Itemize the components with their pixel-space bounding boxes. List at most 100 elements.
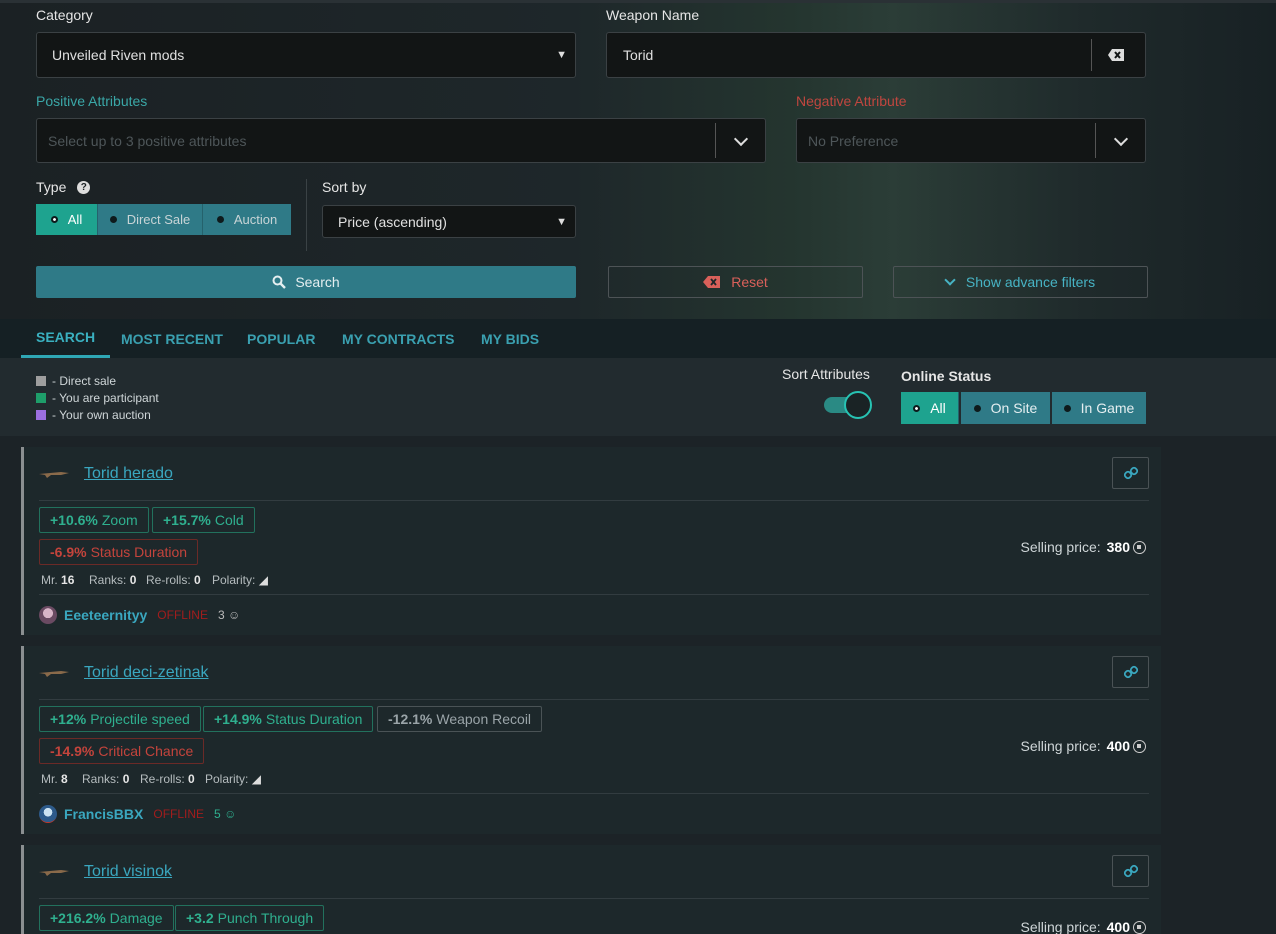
chevron-down-icon: ▼ (556, 215, 567, 228)
type-label-group: Type ? (36, 179, 91, 195)
ranks: Ranks: 0 (89, 573, 137, 587)
legend-own-auction: - Your own auction (36, 408, 151, 422)
search-icon (272, 275, 287, 289)
online-option-all[interactable]: All (901, 392, 959, 424)
listing-title[interactable]: Torid herado (84, 465, 173, 483)
listing-title[interactable]: Torid visinok (84, 863, 172, 881)
selling-price: Selling price: 400 (1020, 738, 1146, 754)
search-button[interactable]: Search (36, 266, 576, 298)
copy-link-button[interactable] (1112, 855, 1149, 887)
radio-dot-icon (216, 216, 224, 223)
reputation: 5 ☺ (214, 806, 237, 821)
mastery-rank: Mr. 16 (41, 573, 75, 587)
link-icon (1123, 466, 1138, 480)
legend-participant: - You are participant (36, 391, 159, 405)
type-segmented-control: All Direct Sale Auction (36, 204, 291, 235)
link-icon (1123, 864, 1138, 878)
weapon-name-value: Torid (623, 47, 654, 63)
avatar (39, 605, 57, 624)
sort-by-value: Price (ascending) (338, 213, 447, 230)
show-advance-filters-button[interactable]: Show advance filters (893, 266, 1148, 298)
tab-my-contracts[interactable]: MY CONTRACTS (342, 319, 455, 358)
tab-popular[interactable]: POPULAR (247, 319, 315, 358)
attribute-chip: +3.2 Punch Through (175, 905, 325, 931)
input-divider (1091, 39, 1092, 71)
chevron-down-icon[interactable] (1113, 131, 1129, 146)
listing-card: Torid herado +10.6% Zoom +15.7% Cold -6.9%… (21, 447, 1161, 635)
category-value: Unveiled Riven mods (52, 47, 185, 63)
online-status-label: Online Status (901, 368, 992, 384)
positive-attributes-label: Positive Attributes (36, 93, 148, 109)
chevron-down-icon (944, 273, 956, 286)
attribute-chip: +14.9% Status Duration (203, 706, 374, 732)
link-icon (1123, 665, 1138, 679)
online-status-badge: OFFLINE (157, 607, 208, 622)
filter-panel: Category Unveiled Riven mods ▼ Weapon Na… (0, 0, 1276, 319)
type-option-auction[interactable]: Auction (203, 204, 291, 235)
filter-divider (306, 179, 307, 251)
ranks: Ranks: 0 (82, 772, 130, 786)
seller-name[interactable]: Eeeteernityy (64, 607, 147, 623)
sort-by-label: Sort by (322, 179, 367, 195)
listing-header: Torid visinok (39, 845, 1149, 899)
attribute-chip: +10.6% Zoom (39, 507, 149, 533)
select-divider (1095, 123, 1096, 158)
reputation: 3 ☺ (217, 607, 241, 622)
attribute-chip: +216.2% Damage (39, 905, 174, 931)
clear-input-icon[interactable] (1107, 48, 1125, 65)
sort-by-select[interactable]: Price (ascending) ▼ (322, 205, 576, 238)
chevron-down-icon[interactable] (733, 131, 749, 146)
smiley-icon: ☺ (224, 806, 237, 821)
type-label: Type (36, 179, 67, 195)
legend-swatch (36, 410, 46, 420)
sort-attributes-toggle[interactable] (822, 391, 874, 419)
seller-row: Eeeteernityy OFFLINE 3 ☺ (39, 594, 1149, 634)
radio-dot-icon (50, 216, 58, 223)
platinum-icon (1133, 739, 1146, 753)
legend-swatch (36, 393, 46, 403)
positive-attributes-select[interactable]: Select up to 3 positive attributes (36, 118, 766, 163)
tab-my-bids[interactable]: MY BIDS (481, 319, 539, 358)
negative-attribute-select[interactable]: No Preference (796, 118, 1146, 163)
radio-dot-icon (913, 404, 921, 412)
weapon-name-label: Weapon Name (606, 7, 700, 23)
attribute-chip: +15.7% Cold (152, 507, 255, 533)
select-divider (715, 123, 716, 158)
weapon-thumbnail-icon (39, 471, 69, 478)
category-label: Category (36, 7, 93, 23)
online-option-in-game[interactable]: In Game (1052, 392, 1146, 424)
polarity: Polarity: ◢ (212, 573, 268, 587)
smiley-icon: ☺ (227, 607, 241, 622)
attribute-chip: -6.9% Status Duration (39, 539, 199, 565)
copy-link-button[interactable] (1112, 656, 1149, 688)
seller-name[interactable]: FrancisBBX (64, 806, 143, 822)
type-option-direct-sale[interactable]: Direct Sale (98, 204, 203, 235)
avatar (39, 804, 57, 823)
online-status-control: All On Site In Game (901, 392, 1146, 424)
selling-price: Selling price: 400 (1020, 919, 1146, 934)
attribute-chip: +12% Projectile speed (39, 706, 201, 732)
listing-card: Torid deci-zetinak +12% Projectile speed … (21, 646, 1161, 834)
polarity-icon: ◢ (251, 772, 261, 786)
chevron-down-icon: ▼ (556, 49, 567, 61)
tab-most-recent[interactable]: MOST RECENT (121, 319, 223, 358)
mastery-rank: Mr. 8 (41, 772, 68, 786)
legend-swatch (36, 376, 46, 386)
backspace-icon (703, 276, 721, 288)
copy-link-button[interactable] (1112, 457, 1149, 489)
rerolls: Re-rolls: 0 (140, 772, 195, 786)
help-icon[interactable]: ? (77, 180, 91, 194)
toggle-knob (844, 391, 872, 419)
radio-dot-icon (973, 404, 981, 412)
selling-price: Selling price: 380 (1020, 539, 1146, 555)
online-option-on-site[interactable]: On Site (961, 392, 1050, 424)
listing-title[interactable]: Torid deci-zetinak (84, 664, 209, 682)
listing-card: Torid visinok +216.2% Damage +3.2 Punch Th… (21, 845, 1161, 934)
weapon-name-input[interactable]: Torid (606, 32, 1146, 78)
tab-search[interactable]: SEARCH (21, 319, 111, 358)
category-select[interactable]: Unveiled Riven mods ▼ (36, 32, 576, 78)
reset-button[interactable]: Reset (608, 266, 863, 298)
type-option-all[interactable]: All (36, 204, 98, 235)
negative-attribute-placeholder: No Preference (808, 132, 899, 149)
tab-bar: SEARCH MOST RECENT POPULAR MY CONTRACTS … (0, 319, 1276, 358)
